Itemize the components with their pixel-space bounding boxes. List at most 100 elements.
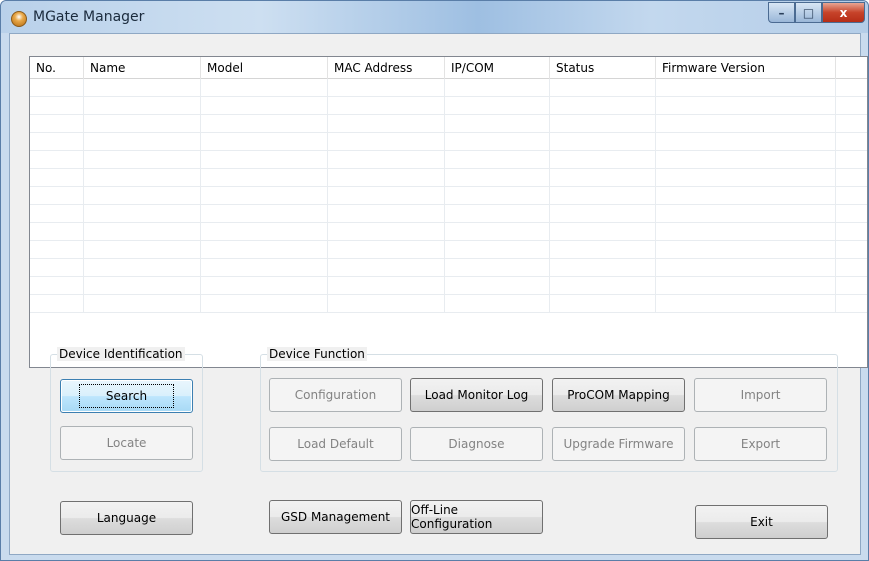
offline-configuration-button-label: Off-Line Configuration (411, 503, 493, 531)
configuration-button[interactable]: Configuration (269, 378, 402, 412)
export-button-label: Export (740, 437, 781, 451)
table-cell (656, 259, 836, 276)
table-cell (201, 223, 328, 240)
table-body[interactable] (30, 79, 867, 367)
column-header-no[interactable]: No. (30, 57, 84, 79)
table-cell (836, 115, 867, 132)
table-cell (445, 187, 550, 204)
device-list-table[interactable]: No. Name Model MAC Address IP/COM Status… (29, 56, 868, 368)
table-cell (84, 205, 201, 222)
table-cell (445, 277, 550, 294)
table-cell (30, 277, 84, 294)
column-header-mac-address[interactable]: MAC Address (328, 57, 445, 79)
load-monitor-log-button-label: Load Monitor Log (424, 388, 529, 402)
load-default-button[interactable]: Load Default (269, 427, 402, 461)
import-button[interactable]: Import (694, 378, 827, 412)
column-header-status[interactable]: Status (550, 57, 656, 79)
table-cell (328, 241, 445, 258)
table-cell (328, 79, 445, 96)
table-row[interactable] (30, 277, 867, 295)
column-header-ip-com[interactable]: IP/COM (445, 57, 550, 79)
upgrade-firmware-button[interactable]: Upgrade Firmware (552, 427, 685, 461)
diagnose-button[interactable]: Diagnose (410, 427, 543, 461)
gsd-management-button[interactable]: GSD Management (269, 500, 402, 534)
table-row[interactable] (30, 151, 867, 169)
table-cell (656, 169, 836, 186)
table-cell (550, 259, 656, 276)
column-header-filler (836, 57, 867, 79)
table-cell (836, 133, 867, 150)
table-cell (445, 97, 550, 114)
table-cell (836, 187, 867, 204)
app-icon (11, 11, 27, 27)
exit-button[interactable]: Exit (695, 505, 828, 539)
table-cell (328, 115, 445, 132)
table-cell (445, 205, 550, 222)
table-cell (84, 115, 201, 132)
import-button-label: Import (740, 388, 781, 402)
table-cell (84, 295, 201, 312)
table-row[interactable] (30, 187, 867, 205)
table-row[interactable] (30, 295, 867, 313)
table-cell (328, 169, 445, 186)
close-button[interactable]: x (822, 2, 865, 23)
column-header-model[interactable]: Model (201, 57, 328, 79)
table-cell (201, 79, 328, 96)
maximize-icon: □ (802, 5, 815, 20)
table-cell (656, 97, 836, 114)
close-icon: x (839, 5, 848, 20)
table-row[interactable] (30, 223, 867, 241)
table-cell (656, 133, 836, 150)
table-cell (30, 187, 84, 204)
title-bar[interactable]: MGate Manager – □ x (1, 1, 868, 33)
table-cell (445, 241, 550, 258)
locate-button[interactable]: Locate (60, 426, 193, 460)
table-cell (84, 241, 201, 258)
table-cell (30, 241, 84, 258)
table-cell (201, 259, 328, 276)
procom-mapping-button[interactable]: ProCOM Mapping (552, 378, 685, 412)
table-cell (84, 133, 201, 150)
table-row[interactable] (30, 169, 867, 187)
load-default-button-label: Load Default (297, 437, 374, 451)
table-row[interactable] (30, 241, 867, 259)
offline-configuration-button[interactable]: Off-Line Configuration (410, 500, 543, 534)
table-cell (201, 205, 328, 222)
client-area: No. Name Model MAC Address IP/COM Status… (9, 33, 868, 555)
window-title: MGate Manager (33, 9, 145, 25)
language-button[interactable]: Language (60, 501, 193, 535)
table-cell (201, 97, 328, 114)
table-cell (30, 169, 84, 186)
table-cell (201, 115, 328, 132)
column-header-firmware-version[interactable]: Firmware Version (656, 57, 836, 79)
table-cell (30, 205, 84, 222)
load-monitor-log-button[interactable]: Load Monitor Log (410, 378, 543, 412)
table-cell (550, 169, 656, 186)
table-row[interactable] (30, 97, 867, 115)
search-button[interactable]: Search (60, 379, 193, 413)
upgrade-firmware-button-label: Upgrade Firmware (563, 437, 674, 451)
locate-button-label: Locate (106, 436, 147, 450)
table-cell (656, 115, 836, 132)
table-cell (445, 295, 550, 312)
table-cell (836, 97, 867, 114)
table-row[interactable] (30, 79, 867, 97)
table-cell (84, 187, 201, 204)
table-cell (836, 151, 867, 168)
column-header-name[interactable]: Name (84, 57, 201, 79)
table-cell (550, 205, 656, 222)
table-cell (550, 151, 656, 168)
table-row[interactable] (30, 115, 867, 133)
table-cell (84, 277, 201, 294)
export-button[interactable]: Export (694, 427, 827, 461)
table-row[interactable] (30, 259, 867, 277)
table-cell (550, 79, 656, 96)
minimize-button[interactable]: – (768, 2, 795, 23)
table-row[interactable] (30, 133, 867, 151)
table-cell (836, 295, 867, 312)
table-cell (550, 187, 656, 204)
device-identification-label: Device Identification (57, 347, 185, 361)
table-row[interactable] (30, 205, 867, 223)
maximize-button[interactable]: □ (795, 2, 822, 23)
table-cell (30, 97, 84, 114)
